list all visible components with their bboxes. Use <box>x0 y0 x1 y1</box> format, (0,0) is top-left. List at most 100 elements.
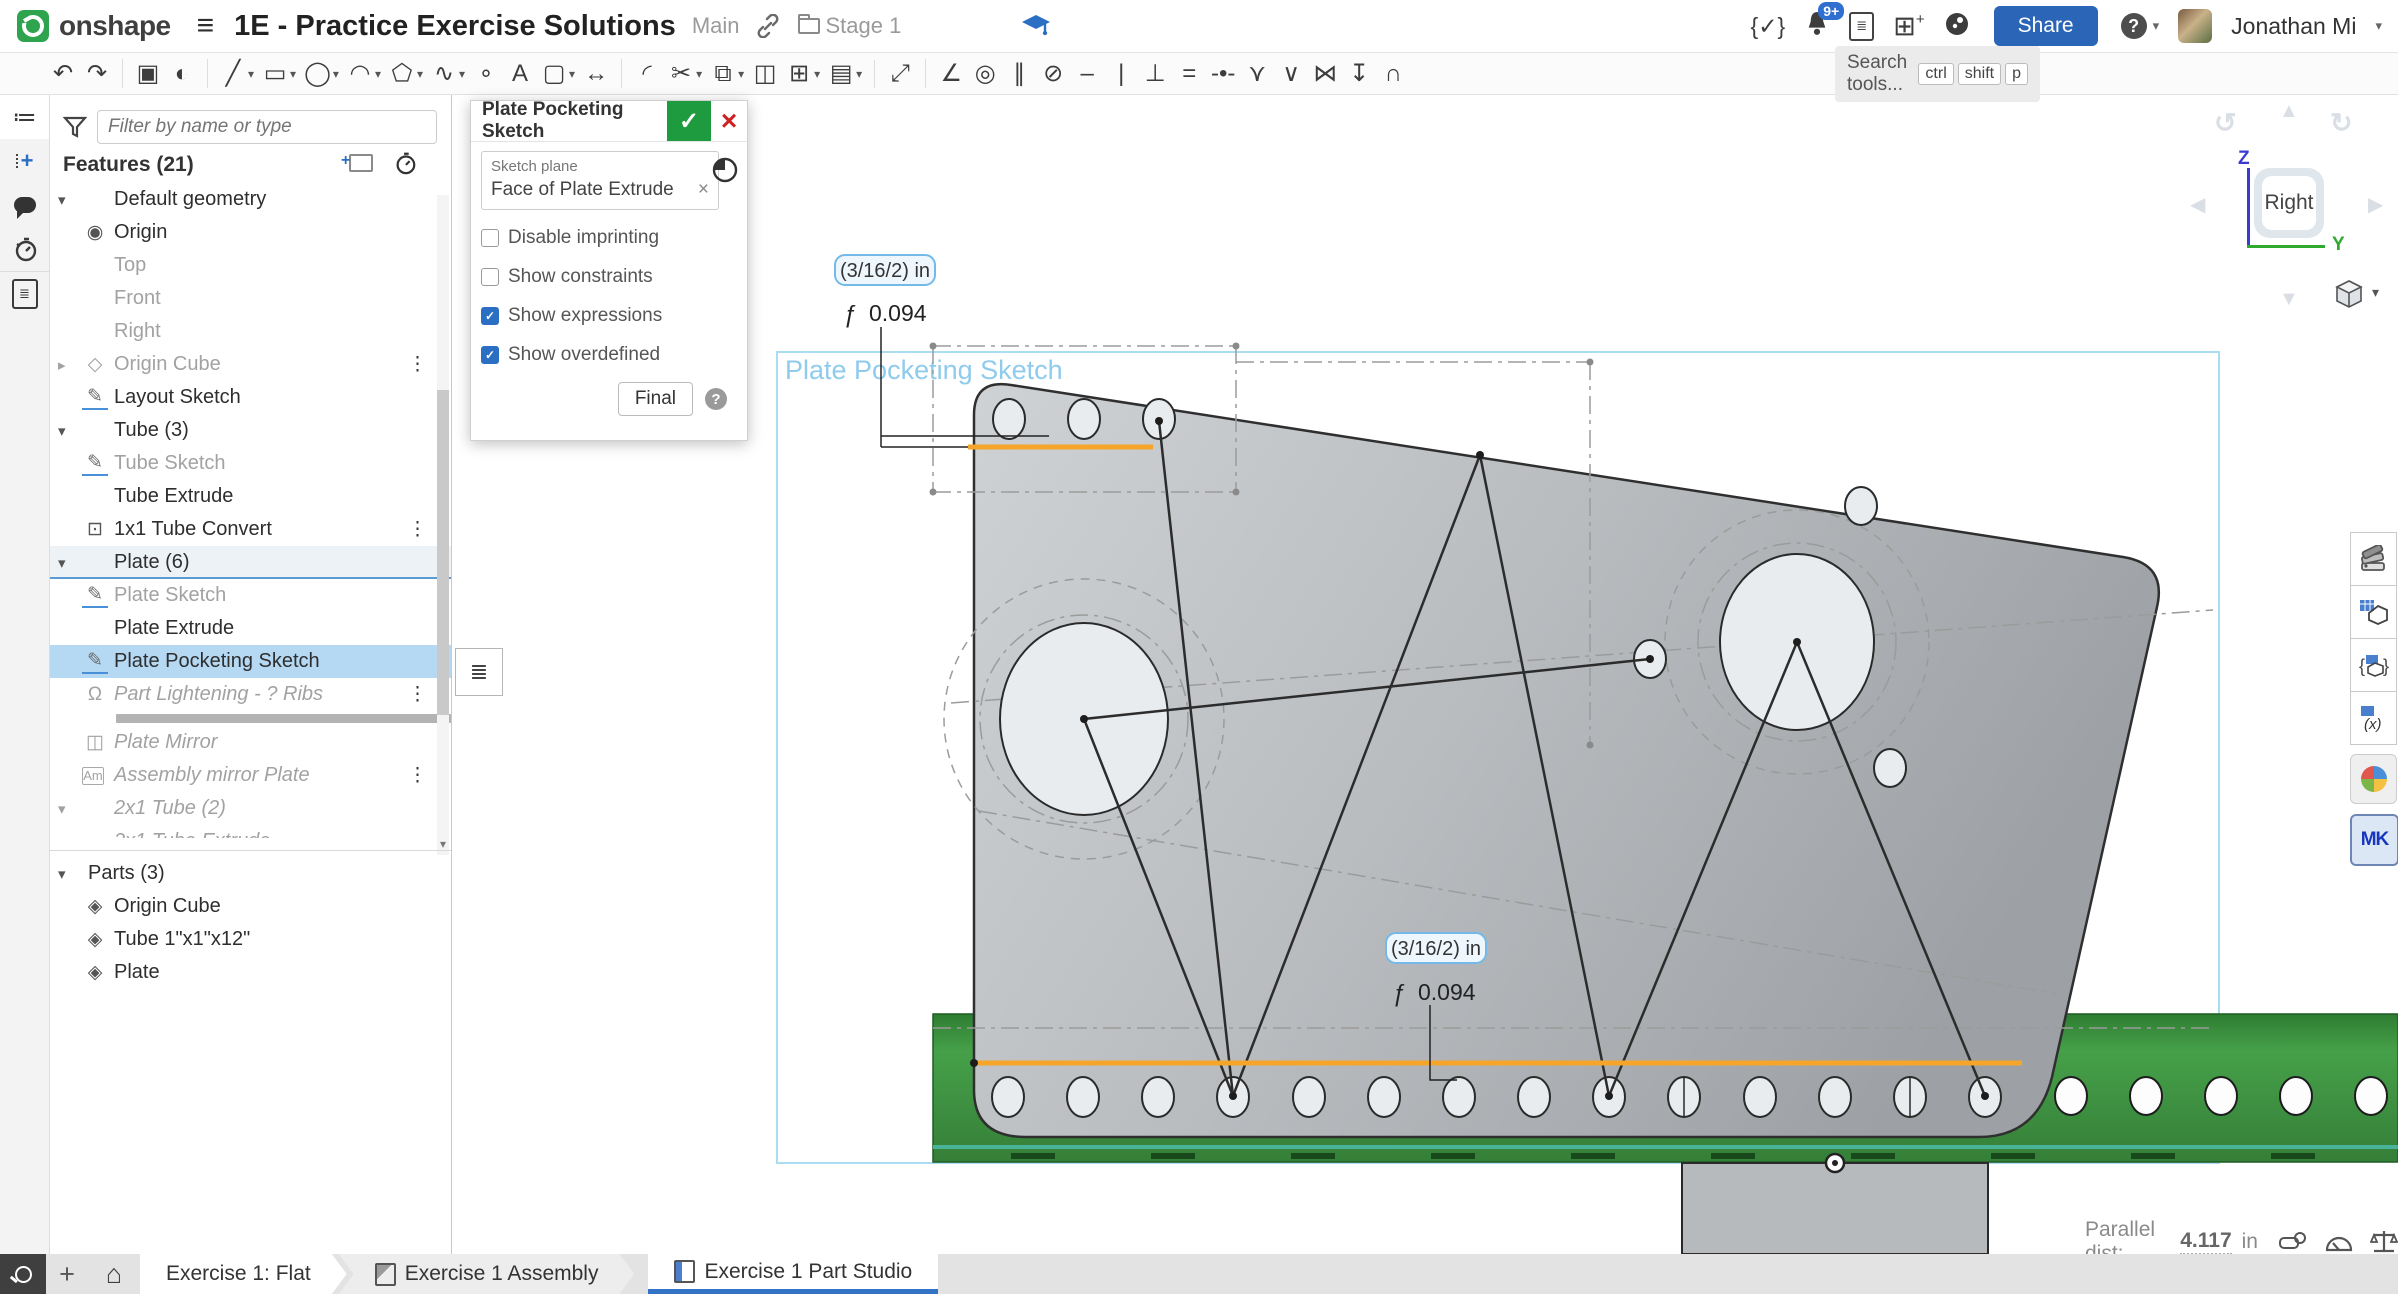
parallel-constraint-icon[interactable]: ∥ ▾ <box>1006 59 1032 88</box>
tree-caret-icon[interactable]: ▸ <box>58 356 82 374</box>
feature-row[interactable]: ▾ Plate (6) ⋮ <box>49 546 451 579</box>
drag-handle-icon[interactable]: ⋮ <box>408 518 425 541</box>
feature-row[interactable]: Right ⋮ <box>49 315 451 348</box>
drag-handle-icon[interactable]: ⋮ <box>408 764 425 787</box>
polygon-tool-icon[interactable]: ⬠ ▾ <box>389 59 423 88</box>
notifications-bell-icon[interactable]: 9+ <box>1804 10 1830 43</box>
rollback-bar[interactable] <box>116 714 451 723</box>
insert-feature-icon[interactable]: + <box>0 139 49 183</box>
line-tool-icon[interactable]: ╱ ▾ <box>207 59 254 88</box>
tab-exercise-1-part-studio[interactable]: Exercise 1 Part Studio <box>648 1254 938 1294</box>
checkbox[interactable] <box>481 346 499 364</box>
learning-center-icon[interactable] <box>1944 10 1971 43</box>
vertical-constraint-icon[interactable]: | ▾ <box>1108 60 1134 88</box>
midpoint-constraint-icon[interactable]: -•- ▾ <box>1210 60 1236 88</box>
measure-tape-icon[interactable] <box>2278 1230 2308 1254</box>
new-tab-button[interactable]: + <box>46 1254 88 1294</box>
sheet-metal-table-icon[interactable] <box>2350 585 2397 639</box>
slot-tool-icon[interactable]: ▢ ▾ <box>541 59 575 88</box>
home-button[interactable]: ⌂ <box>88 1254 140 1294</box>
drag-handle-icon[interactable]: ⋮ <box>408 683 425 706</box>
dimension-top[interactable]: (3/16/2) in ƒ 0.094 <box>835 255 935 328</box>
concentric-constraint-icon[interactable]: ◎ ▾ <box>972 59 998 88</box>
origin-marker[interactable] <box>1826 1154 1844 1172</box>
dialog-checkbox-row[interactable]: Show constraints <box>481 266 737 288</box>
feature-row[interactable]: ▸ ◇ Origin Cube ⋮ <box>49 348 451 381</box>
tool-dropdown-caret[interactable]: ▾ <box>417 67 423 81</box>
feature-row[interactable]: ⋮ <box>49 711 451 726</box>
app-store-icon[interactable]: ⊞+ <box>1893 11 1924 42</box>
tangent-constraint-icon[interactable]: ⊘ ▾ <box>1040 59 1066 88</box>
feature-row[interactable]: ✎ Plate Sketch ⋮ <box>49 579 451 612</box>
tool-dropdown-caret[interactable]: ▾ <box>290 67 296 81</box>
rectangle-tool-icon[interactable]: ▭ ▾ <box>262 59 296 88</box>
learning-cap-icon[interactable] <box>1021 13 1051 39</box>
2x1-tube-part[interactable] <box>1682 1163 1988 1254</box>
history-stopwatch-icon[interactable] <box>0 227 49 272</box>
redo-icon[interactable]: ↷ ▾ <box>84 59 110 88</box>
feature-row[interactable]: Tube Extrude ⋮ <box>49 480 451 513</box>
text-tool-icon[interactable]: A ▾ <box>507 60 533 88</box>
parts-header-row[interactable]: ▾ Parts (3) <box>49 857 451 890</box>
view-cube[interactable]: ↻ ↻ ▲ ◀ ▶ ▼ Right Z Y ▾ <box>2190 100 2395 315</box>
document-title[interactable]: 1E - Practice Exercise Solutions <box>234 10 676 43</box>
dxf-import-icon[interactable]: ▤ ▾ <box>828 59 862 88</box>
part-row[interactable]: ◈ Tube 1"x1"x12" <box>49 923 451 956</box>
pierce-constraint-icon[interactable]: ⋎ ▾ <box>1244 59 1270 88</box>
normal-constraint-icon[interactable]: ∨ ▾ <box>1278 59 1304 88</box>
curvature-constraint-icon[interactable]: ∩ ▾ <box>1380 60 1406 88</box>
rotate-right-icon[interactable]: ↻ <box>2330 108 2353 139</box>
symmetric-constraint-icon[interactable]: ⋈ ▾ <box>1312 59 1338 88</box>
bom-list-icon[interactable]: ≣ <box>0 272 49 316</box>
checkbox[interactable] <box>481 307 499 325</box>
horizontal-constraint-icon[interactable]: – ▾ <box>1074 60 1100 88</box>
point-tool-icon[interactable]: ∘ ▾ <box>473 59 499 88</box>
filter-input[interactable] <box>97 110 437 144</box>
feature-row[interactable]: Plate Extrude ⋮ <box>49 612 451 645</box>
feature-row[interactable]: ▾ Tube (3) ⋮ <box>49 414 451 447</box>
tab-exercise-1-assembly[interactable]: Exercise 1 Assembly <box>339 1254 635 1294</box>
user-name[interactable]: Jonathan Mi <box>2231 13 2356 40</box>
version-label[interactable]: Main <box>692 13 740 39</box>
parallel-dist-value[interactable]: 4.117 <box>2180 1229 2231 1255</box>
search-tabs-button[interactable] <box>0 1254 46 1294</box>
sketch-solid-icon[interactable]: ▣ ▾ <box>122 59 161 88</box>
rotate-left-icon[interactable]: ↻ <box>2214 108 2237 139</box>
dialog-checkbox-row[interactable]: Show expressions <box>481 305 737 327</box>
share-button[interactable]: Share <box>1994 6 2098 46</box>
feature-script-icon[interactable]: {✓} <box>1751 13 1786 40</box>
tool-dropdown-caret[interactable]: ▾ <box>856 67 862 81</box>
fillet-tool-icon[interactable]: ◜ ▾ <box>621 59 660 88</box>
checkbox[interactable] <box>481 229 499 247</box>
configurations-icon[interactable]: {} <box>2350 638 2397 692</box>
sketch-intersect-icon[interactable]: ◐ ▾ <box>169 60 195 88</box>
link-icon[interactable] <box>756 14 780 38</box>
dialog-confirm-button[interactable]: ✓ <box>667 101 711 141</box>
tree-caret-icon[interactable]: ▾ <box>58 191 82 209</box>
protractor-icon[interactable] <box>2324 1230 2354 1254</box>
feature-row[interactable]: 2x1 Tube Extrude ⋮ <box>49 825 451 838</box>
scrollbar-down-arrow[interactable]: ▾ <box>437 837 449 851</box>
help-menu[interactable]: ? ▾ <box>2121 13 2160 39</box>
dialog-close-button[interactable]: × <box>711 101 747 141</box>
user-avatar[interactable] <box>2178 9 2212 43</box>
feature-row[interactable]: ✎ Tube Sketch ⋮ <box>49 447 451 480</box>
pinwheel-app-icon[interactable] <box>2350 754 2397 804</box>
offset-tool-icon[interactable]: ⧉ ▾ <box>710 60 744 88</box>
rotate-up-arrow-icon[interactable]: ▲ <box>2279 100 2299 123</box>
undo-icon[interactable]: ↶ ▾ <box>50 59 76 88</box>
spline-tool-icon[interactable]: ∿ ▾ <box>431 59 465 88</box>
feature-row[interactable]: ◉ Origin ⋮ <box>49 216 451 249</box>
part-row[interactable]: ◈ Origin Cube <box>49 890 451 923</box>
clear-selection-icon[interactable]: × <box>698 179 709 201</box>
workspace-label[interactable]: Stage 1 <box>826 13 902 39</box>
coincident-constraint-icon[interactable]: ∠ ▾ <box>925 59 964 88</box>
mk-app-icon[interactable]: MK <box>2350 814 2398 866</box>
feature-row[interactable]: Top ⋮ <box>49 249 451 282</box>
tree-caret-icon[interactable]: ▾ <box>58 865 82 883</box>
feature-row[interactable]: ✎ Plate Pocketing Sketch ⋮ <box>49 645 451 678</box>
checkbox[interactable] <box>481 268 499 286</box>
equal-constraint-icon[interactable]: = ▾ <box>1176 60 1202 88</box>
tree-caret-icon[interactable]: ▾ <box>58 422 82 440</box>
tool-dropdown-caret[interactable]: ▾ <box>375 67 381 81</box>
